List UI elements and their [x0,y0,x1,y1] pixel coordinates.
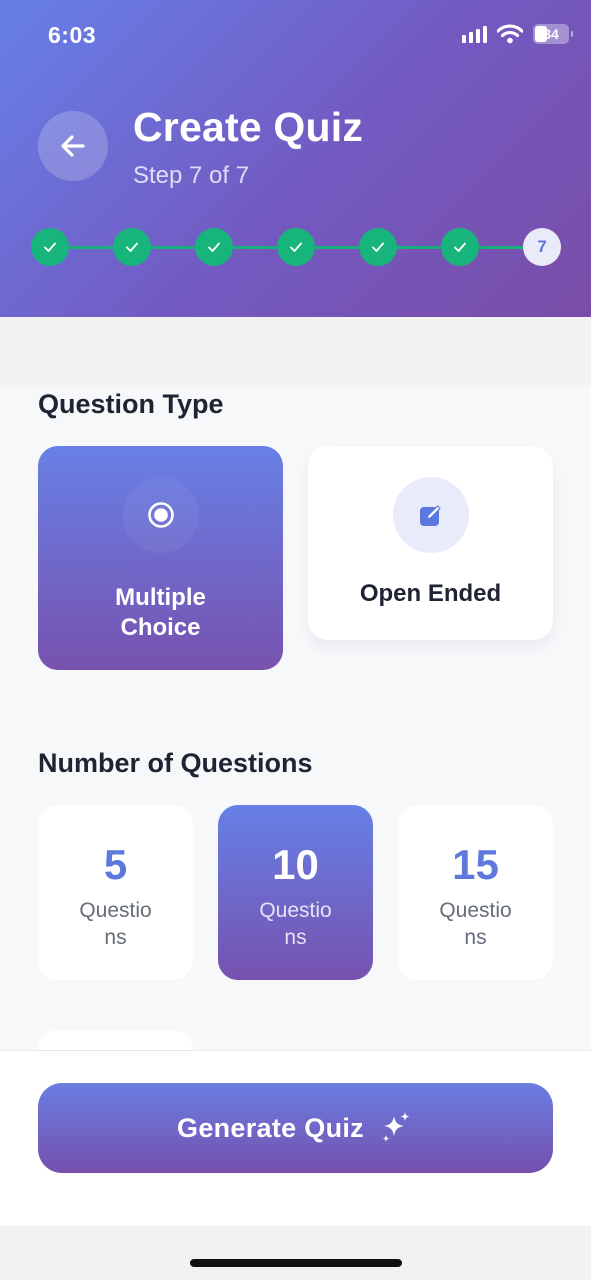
step-2-complete [113,228,151,266]
generate-quiz-label: Generate Quiz [177,1112,364,1143]
header: 6:03 34 Create Quiz Step 7 of 7 7 [0,0,591,317]
wifi-icon [497,24,523,44]
signal-icon [462,25,487,43]
question-count-10-option[interactable]: 10 Questions [218,805,373,980]
next-section-card [38,1030,193,1050]
question-count-caption: Questions [259,899,332,949]
question-type-label: Question Type [38,389,224,419]
radio-button-icon [122,477,199,553]
open-ended-option[interactable]: Open Ended [308,446,553,640]
step-4-complete [277,228,315,266]
step-3-complete [195,228,233,266]
step-connector [397,246,441,249]
home-indicator [190,1259,402,1267]
check-icon [290,242,302,252]
step-6-complete [441,228,479,266]
question-count-15-option[interactable]: 15 Questions [398,805,553,980]
check-icon [454,242,466,252]
status-bar: 6:03 34 [0,0,591,72]
back-button[interactable] [38,111,108,181]
sparkles-icon [382,1112,410,1142]
step-connector [151,246,195,249]
battery-icon: 34 [533,24,573,44]
question-count-value: 15 [452,841,499,888]
arrow-left-icon [61,135,85,157]
question-count-caption: Questions [79,899,152,949]
check-icon [372,242,384,252]
check-icon [44,242,56,252]
scroll-content[interactable]: Question Type Multiple Choice Open Ended… [0,385,591,1050]
page-title: Create Quiz [133,104,364,150]
edit-icon [392,477,469,553]
create-quiz-screen: 6:03 34 Create Quiz Step 7 of 7 7 Questi… [0,0,591,1280]
number-of-questions-label: Number of Questions [38,748,313,778]
question-count-caption: Questions [439,899,512,949]
step-connector [315,246,359,249]
step-5-complete [359,228,397,266]
step-connector [233,246,277,249]
generate-quiz-button[interactable]: Generate Quiz [38,1083,553,1173]
question-count-5-option[interactable]: 5 Questions [38,805,193,980]
check-icon [126,242,138,252]
footer: Generate Quiz [0,1050,591,1226]
option-label: Open Ended [359,580,502,607]
step-1-complete [31,228,69,266]
multiple-choice-option[interactable]: Multiple Choice [38,446,283,670]
step-connector [479,246,523,249]
step-connector [69,246,113,249]
option-label: Multiple Choice [115,584,206,641]
progress-stepper: 7 [31,228,561,266]
question-count-value: 10 [272,841,319,888]
battery-level: 34 [543,26,559,42]
step-indicator-text: Step 7 of 7 [133,162,250,189]
question-count-value: 5 [103,841,128,888]
status-icons: 34 [462,24,573,44]
check-icon [208,242,220,252]
step-7-current: 7 [523,228,561,266]
status-time: 6:03 [48,22,97,48]
